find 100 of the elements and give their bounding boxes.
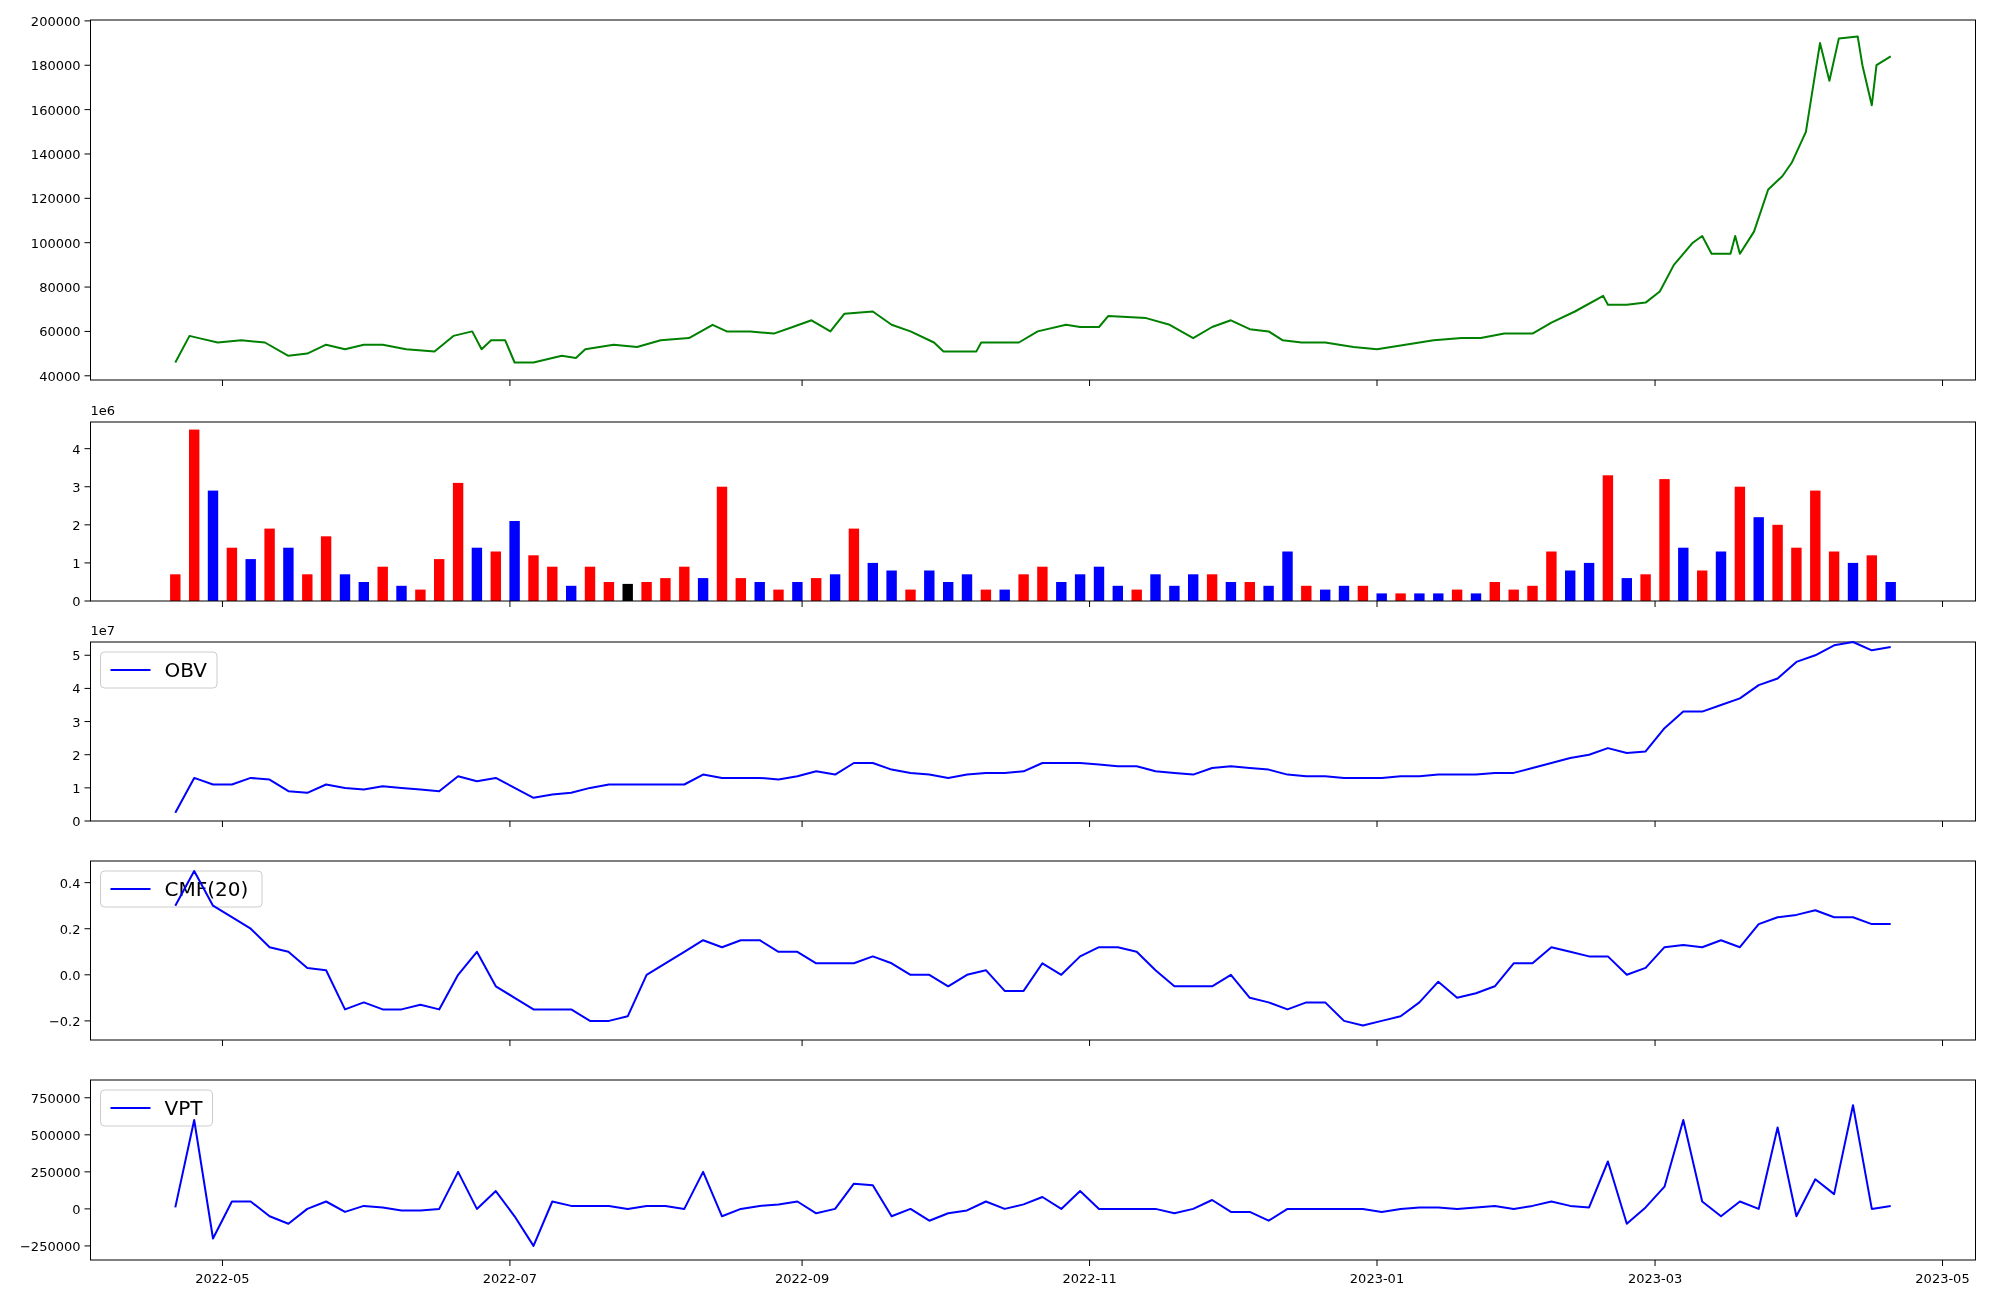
- tick-mark: [801, 820, 803, 828]
- tick-label: 0: [72, 814, 81, 829]
- tick-mark: [84, 64, 91, 66]
- tick-mark: [84, 787, 91, 789]
- tick-mark: [84, 1171, 91, 1173]
- tick-label: 60000: [39, 324, 81, 340]
- tick-label: 0.4: [59, 875, 81, 891]
- tick-mark: [1376, 1039, 1378, 1047]
- tick-label: 2: [72, 517, 81, 533]
- tick-mark: [509, 820, 511, 828]
- tick-label: 750000: [30, 1090, 81, 1106]
- tick-mark: [1376, 379, 1378, 387]
- tick-label: 3: [72, 714, 81, 730]
- legend-label: VPT: [164, 1096, 203, 1120]
- tick-mark: [84, 1208, 91, 1210]
- tick-mark: [221, 1039, 223, 1047]
- tick-mark: [221, 379, 223, 387]
- tick-mark: [509, 1259, 511, 1267]
- tick-label: 0: [72, 1201, 81, 1217]
- axis-scale-label: 1e7: [90, 623, 116, 638]
- tick-label: 40000: [39, 368, 81, 384]
- tick-mark: [84, 197, 91, 199]
- tick-mark: [1089, 1259, 1091, 1267]
- tick-label: 200000: [30, 13, 81, 29]
- tick-label: 3: [72, 479, 81, 495]
- tick-mark: [84, 486, 91, 488]
- tick-mark: [1376, 820, 1378, 828]
- tick-mark: [84, 562, 91, 564]
- axis-scale-label: 1e6: [90, 403, 116, 418]
- tick-mark: [84, 882, 91, 884]
- tick-mark: [1089, 1039, 1091, 1047]
- tick-mark: [84, 687, 91, 689]
- tick-label: 120000: [30, 191, 81, 207]
- tick-label: 2023-03: [1627, 1271, 1683, 1286]
- tick-mark: [84, 721, 91, 723]
- tick-mark: [801, 600, 803, 608]
- tick-label: 5: [72, 648, 81, 664]
- tick-label: 2: [72, 747, 81, 763]
- tick-mark: [1654, 1259, 1656, 1267]
- tick-mark: [84, 286, 91, 288]
- tick-label: 2022-07: [482, 1271, 538, 1286]
- tick-label: 180000: [30, 58, 81, 74]
- tick-label: 2023-01: [1349, 1271, 1405, 1286]
- tick-mark: [84, 242, 91, 244]
- tick-mark: [84, 754, 91, 756]
- tick-mark: [84, 600, 91, 602]
- tick-label: −0.2: [48, 1013, 81, 1029]
- tick-mark: [84, 654, 91, 656]
- tick-label: 80000: [39, 280, 81, 296]
- tick-label: 500000: [30, 1127, 81, 1143]
- tick-label: 2022-11: [1062, 1271, 1117, 1286]
- tick-mark: [1942, 1039, 1943, 1047]
- tick-mark: [221, 820, 223, 828]
- tick-label: 2022-09: [774, 1271, 830, 1286]
- tick-mark: [1942, 820, 1943, 828]
- tick-mark: [84, 330, 91, 332]
- tick-mark: [84, 1097, 91, 1099]
- tick-label: 0.2: [59, 921, 81, 937]
- tick-mark: [1654, 600, 1656, 608]
- tick-label: −250000: [19, 1238, 81, 1254]
- tick-mark: [84, 1245, 91, 1247]
- tick-mark: [221, 1259, 223, 1267]
- tick-mark: [84, 1134, 91, 1136]
- tick-label: 2023-05: [1915, 1271, 1970, 1286]
- tick-label: 2022-05: [195, 1271, 250, 1286]
- tick-mark: [509, 1039, 511, 1047]
- tick-mark: [84, 1020, 91, 1022]
- tick-mark: [1654, 1039, 1656, 1047]
- tick-mark: [1376, 1259, 1378, 1267]
- tick-mark: [1089, 600, 1091, 608]
- tick-label: 0: [72, 594, 81, 609]
- tick-mark: [1654, 820, 1656, 828]
- tick-mark: [221, 600, 223, 608]
- tick-mark: [1654, 379, 1656, 387]
- tick-label: 1: [72, 780, 81, 796]
- tick-mark: [801, 1259, 803, 1267]
- tick-mark: [84, 20, 91, 22]
- tick-mark: [1089, 820, 1091, 828]
- tick-mark: [84, 153, 91, 155]
- tick-label: 140000: [30, 146, 81, 162]
- tick-mark: [84, 928, 91, 930]
- tick-mark: [1942, 1259, 1943, 1267]
- tick-label: 4: [72, 681, 81, 697]
- tick-label: 250000: [30, 1164, 81, 1180]
- tick-label: 160000: [30, 102, 81, 118]
- tick-label: 4: [72, 441, 81, 457]
- tick-mark: [1942, 379, 1943, 387]
- tick-mark: [801, 379, 803, 387]
- tick-mark: [84, 448, 91, 450]
- tick-mark: [801, 1039, 803, 1047]
- tick-mark: [84, 974, 91, 976]
- tick-mark: [84, 524, 91, 526]
- legend-label: OBV: [164, 658, 208, 682]
- tick-mark: [1376, 600, 1378, 608]
- tick-mark: [1089, 379, 1091, 387]
- tick-label: 0.0: [59, 967, 81, 983]
- tick-mark: [509, 379, 511, 387]
- tick-mark: [84, 375, 91, 377]
- tick-mark: [84, 820, 91, 822]
- tick-mark: [84, 109, 91, 111]
